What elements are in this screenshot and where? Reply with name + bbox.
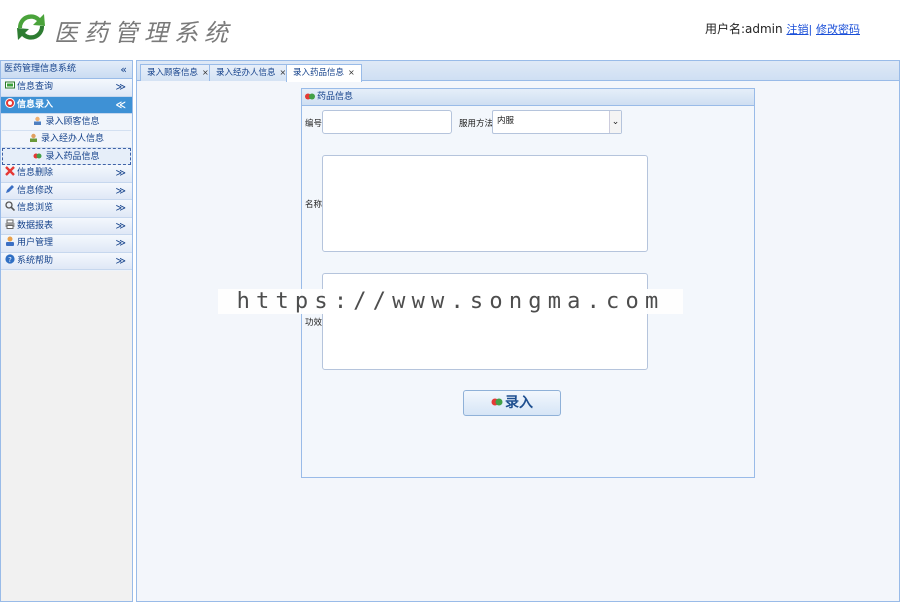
code-input[interactable] — [322, 110, 452, 134]
panel-title: 药品信息 — [317, 92, 354, 102]
change-password-link[interactable]: 修改密码 — [816, 23, 860, 36]
menu-group-browse[interactable]: 信息浏览 ≫ — [1, 200, 132, 218]
menu-group-users[interactable]: 用户管理 ≫ — [1, 235, 132, 253]
user-area: 用户名:admin 注销| 修改密码 — [705, 20, 860, 37]
menu-group-label: 信息删除 — [17, 168, 54, 178]
menu-group-label: 信息查询 — [17, 82, 54, 92]
close-icon[interactable]: × — [348, 68, 355, 77]
pill-icon — [305, 93, 315, 100]
usage-label: 服用方法: — [459, 119, 496, 129]
expand-icon: ≫ — [115, 203, 126, 214]
tab-label: 录入顾客信息 — [147, 68, 199, 78]
menu-group-delete[interactable]: 信息删除 ≫ — [1, 165, 132, 183]
collapse-sidebar-icon[interactable]: « — [120, 61, 127, 78]
menu-group-query[interactable]: 信息查询 ≫ — [1, 79, 132, 97]
menu-item-label: 录入经办人信息 — [40, 134, 104, 144]
menu-group-report[interactable]: 数据报表 ≫ — [1, 217, 132, 235]
effect-textarea[interactable] — [322, 273, 648, 370]
username-label: 用户名:admin — [704, 22, 783, 36]
expand-icon: ≫ — [115, 185, 126, 197]
drug-info-panel: 药品信息 编号: 服用方法: 内服 ⌄ 名称: 功效: 录入 — [301, 88, 755, 478]
menu-group-label: 信息修改 — [17, 185, 54, 196]
menu-group-entry[interactable]: 信息录入 ≪ — [1, 96, 132, 114]
tab-add-drug[interactable]: 录入药品信息 × — [286, 64, 362, 82]
menu-group-label: 信息浏览 — [17, 203, 54, 213]
menu-group-help[interactable]: ? 系统帮助 ≫ — [1, 252, 132, 270]
expand-icon: ≫ — [115, 255, 126, 267]
usage-selected-value: 内服 — [497, 116, 515, 126]
menu-item-add-customer[interactable]: 录入顾客信息 — [2, 114, 131, 131]
logout-link[interactable]: 注销 — [786, 23, 808, 36]
sidebar-title-text: 医药管理信息系统 — [4, 64, 77, 74]
help-icon: ? — [5, 253, 15, 264]
customer-icon — [34, 116, 42, 125]
expand-icon: ≫ — [115, 238, 126, 249]
sidebar-empty-area — [1, 271, 132, 601]
chevron-down-icon: ⌄ — [609, 111, 621, 133]
pill-icon — [33, 153, 42, 159]
tab-add-agent[interactable]: 录入经办人信息 × — [209, 64, 294, 81]
search-icon — [5, 201, 15, 211]
submit-label: 录入 — [505, 395, 533, 411]
name-textarea[interactable] — [322, 155, 648, 252]
usage-select[interactable]: 内服 ⌄ — [492, 110, 622, 134]
submenu-entry: 录入顾客信息 录入经办人信息 录入药品信息 — [1, 114, 132, 165]
submit-button[interactable]: 录入 — [463, 390, 561, 416]
tab-label: 录入经办人信息 — [216, 68, 276, 78]
app-title: 医药管理系统 — [54, 19, 234, 47]
user-icon — [6, 236, 14, 246]
printer-icon — [5, 219, 15, 229]
record-icon — [5, 97, 15, 108]
tab-add-customer[interactable]: 录入顾客信息 × — [140, 64, 216, 81]
menu-group-edit[interactable]: 信息修改 ≫ — [1, 182, 132, 200]
expand-icon: ≫ — [115, 168, 126, 179]
menu-group-label: 用户管理 — [17, 238, 54, 248]
agent-icon — [29, 133, 37, 142]
pill-icon — [491, 398, 503, 406]
main-content: 录入顾客信息 × 录入经办人信息 × 录入药品信息 × 药品信息 编号: 服用方法: … — [136, 60, 900, 602]
watermark: https://www.songma.com — [218, 289, 683, 314]
monitor-icon — [5, 81, 15, 89]
tab-bar: 录入顾客信息 × 录入经办人信息 × 录入药品信息 × — [137, 61, 899, 82]
panel-header: 药品信息 — [302, 89, 754, 106]
svg-text:?: ? — [8, 256, 12, 264]
menu-group-label: 信息录入 — [17, 99, 54, 110]
expand-icon: ≫ — [115, 82, 126, 93]
menu-group-label: 数据报表 — [17, 220, 54, 231]
sidebar: 医药管理信息系统 « 信息查询 ≫ 信息录入 ≪ 录入顾客信息 录入经办人信息 … — [0, 60, 133, 602]
menu-item-label: 录入药品信息 — [45, 152, 100, 162]
close-icon[interactable]: × — [202, 68, 209, 77]
menu-group-label: 系统帮助 — [17, 255, 54, 266]
delete-icon — [5, 166, 15, 176]
expand-icon: ≫ — [115, 220, 126, 232]
link-separator: | — [808, 23, 813, 36]
menu-item-add-agent[interactable]: 录入经办人信息 — [2, 131, 131, 148]
app-header: 医药管理系统 用户名:admin 注销| 修改密码 — [0, 0, 900, 58]
menu-item-label: 录入顾客信息 — [45, 117, 100, 127]
sidebar-title: 医药管理信息系统 « — [1, 61, 132, 79]
tab-label: 录入药品信息 — [293, 68, 345, 78]
collapse-icon: ≪ — [115, 99, 126, 111]
edit-icon — [6, 184, 14, 193]
menu-item-add-drug[interactable]: 录入药品信息 — [2, 148, 131, 165]
logo-icon — [17, 14, 45, 40]
